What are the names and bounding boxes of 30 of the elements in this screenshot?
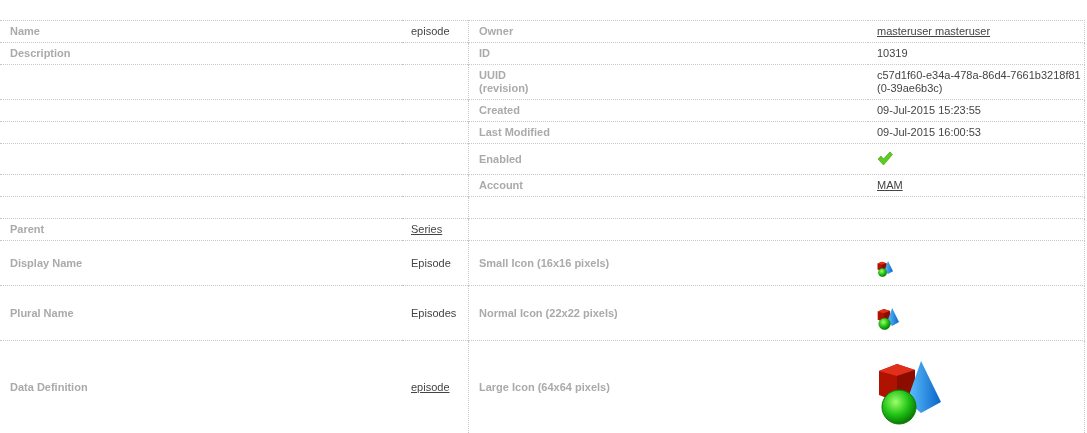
value-link[interactable]: masteruser masteruser — [877, 25, 991, 38]
shapes-icon — [877, 361, 941, 425]
field-label: Parent — [10, 223, 45, 236]
field-label: Created — [479, 104, 520, 117]
value-link[interactable]: MAM — [877, 179, 903, 192]
field-label: Large Icon (64x64 pixels) — [479, 380, 610, 394]
field-value: c57d1f60-e34a-478a-86d4-7661b3218f81 (0-39ae6b3c) — [877, 69, 1081, 95]
field-label: Description — [10, 47, 71, 60]
field-value: Episodes — [411, 306, 457, 320]
field-value: episode — [411, 25, 450, 38]
field-value: 09-Jul-2015 16:00:53 — [877, 126, 981, 139]
field-label: Owner — [479, 25, 514, 38]
field-label: ID — [479, 47, 490, 60]
field-label: Data Definition — [10, 380, 88, 394]
field-value: 09-Jul-2015 15:23:55 — [877, 104, 981, 117]
field-label: Plural Name — [10, 306, 74, 320]
field-label: Last Modified — [479, 126, 550, 139]
field-label: Name — [10, 25, 40, 38]
field-label: UUID (revision) — [479, 69, 529, 95]
field-value: Episode — [411, 256, 451, 270]
field-value: 10319 — [877, 47, 908, 60]
value-link[interactable]: episode — [411, 380, 450, 394]
field-label: Normal Icon (22x22 pixels) — [479, 306, 618, 320]
shapes-icon — [877, 308, 899, 330]
shapes-icon — [877, 261, 893, 277]
value-link[interactable]: Series — [411, 223, 443, 236]
field-label: Small Icon (16x16 pixels) — [479, 256, 610, 270]
field-label: Enabled — [479, 152, 522, 166]
field-label: Account — [479, 179, 523, 192]
field-label: Display Name — [10, 256, 83, 270]
